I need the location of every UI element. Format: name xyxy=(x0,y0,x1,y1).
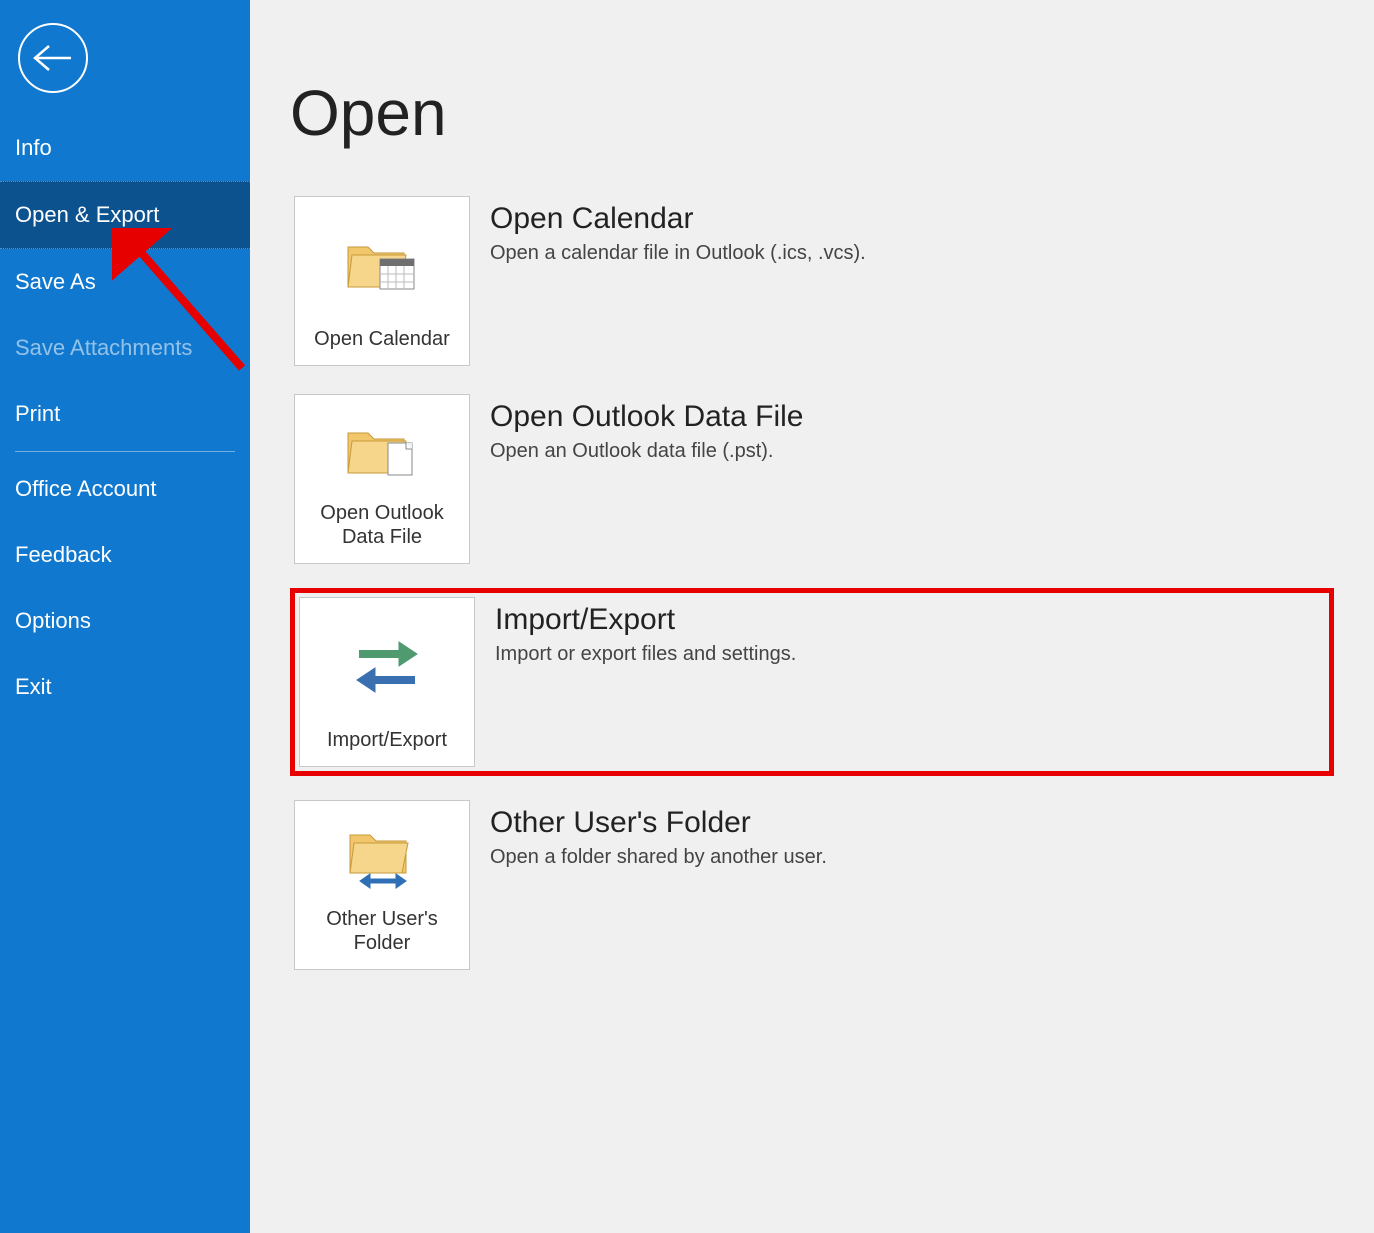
sidebar-item-options[interactable]: Options xyxy=(0,588,250,654)
other-users-folder-title: Other User's Folder xyxy=(490,806,827,840)
open-datafile-button[interactable]: Open Outlook Data File xyxy=(294,394,470,564)
back-button[interactable] xyxy=(18,23,88,93)
shared-folder-icon xyxy=(346,825,418,891)
sidebar-item-feedback[interactable]: Feedback xyxy=(0,522,250,588)
import-export-title: Import/Export xyxy=(495,603,796,637)
sidebar-item-save-as[interactable]: Save As xyxy=(0,249,250,315)
open-calendar-button[interactable]: Open Calendar xyxy=(294,196,470,366)
option-import-export: Import/Export Import/Export Import or ex… xyxy=(290,588,1334,776)
open-calendar-title: Open Calendar xyxy=(490,202,866,236)
datafile-folder-icon xyxy=(346,421,418,483)
import-export-button-label: Import/Export xyxy=(327,728,447,758)
import-export-button[interactable]: Import/Export xyxy=(299,597,475,767)
option-open-datafile: Open Outlook Data File Open Outlook Data… xyxy=(290,390,1334,568)
sidebar-item-info[interactable]: Info xyxy=(0,115,250,181)
sidebar-item-exit[interactable]: Exit xyxy=(0,654,250,720)
backstage-sidebar: Info Open & Export Save As Save Attachme… xyxy=(0,0,250,1233)
open-datafile-desc: Open an Outlook data file (.pst). xyxy=(490,440,804,463)
other-users-folder-desc: Open a folder shared by another user. xyxy=(490,846,827,869)
sidebar-item-office-account[interactable]: Office Account xyxy=(0,456,250,522)
open-datafile-title: Open Outlook Data File xyxy=(490,400,804,434)
sidebar-separator xyxy=(15,451,235,452)
other-users-folder-button[interactable]: Other User's Folder xyxy=(294,800,470,970)
option-open-calendar: Open Calendar Open Calendar Open a calen… xyxy=(290,192,1334,370)
sidebar-item-save-attachments: Save Attachments xyxy=(0,315,250,381)
calendar-folder-icon xyxy=(346,235,418,297)
sidebar-item-print[interactable]: Print xyxy=(0,381,250,447)
sidebar-item-open-export[interactable]: Open & Export xyxy=(0,181,250,249)
page-title: Open xyxy=(290,76,1334,150)
back-arrow-icon xyxy=(33,44,73,72)
open-calendar-button-label: Open Calendar xyxy=(314,327,450,357)
other-users-folder-button-label: Other User's Folder xyxy=(303,907,461,961)
import-export-desc: Import or export files and settings. xyxy=(495,643,796,666)
import-export-icon xyxy=(353,638,421,696)
backstage-content: Open Open Calendar Open Calendar xyxy=(250,0,1374,1233)
option-other-users-folder: Other User's Folder Other User's Folder … xyxy=(290,796,1334,974)
open-datafile-button-label: Open Outlook Data File xyxy=(303,501,461,555)
open-calendar-desc: Open a calendar file in Outlook (.ics, .… xyxy=(490,242,866,265)
